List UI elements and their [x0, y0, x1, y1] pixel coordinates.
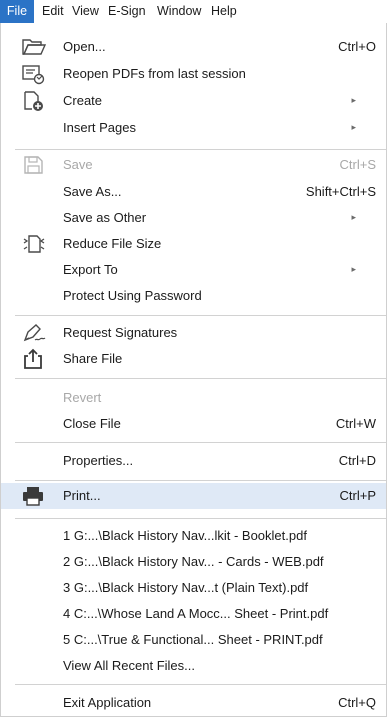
menu-item-request-signatures[interactable]: Request Signatures — [1, 320, 386, 346]
menu-item-label: Reduce File Size — [63, 236, 162, 251]
menu-item-share[interactable]: Share File — [1, 346, 386, 372]
menu-item-insert-pages[interactable]: Insert Pages ▸ — [1, 115, 386, 141]
menu-item-close-file[interactable]: Close File Ctrl+W — [1, 411, 386, 437]
menu-item-open[interactable]: Open... Ctrl+O — [1, 34, 386, 60]
submenu-arrow-icon: ▸ — [351, 212, 356, 222]
shortcut-text: Ctrl+S — [339, 157, 376, 172]
recent-file-label: 4 C:...\Whose Land A Mocc... Sheet - Pri… — [63, 606, 329, 621]
recent-file-label: 3 G:...\Black History Nav...t (Plain Tex… — [63, 580, 309, 595]
shortcut-text: Ctrl+P — [339, 488, 376, 503]
menu-separator — [15, 684, 386, 685]
menu-item-label: Request Signatures — [63, 325, 178, 340]
menu-item-label: Insert Pages — [63, 120, 136, 135]
printer-icon — [21, 485, 47, 507]
menu-separator — [15, 378, 386, 379]
menu-separator — [15, 518, 386, 519]
menu-item-label: Revert — [63, 390, 102, 405]
menubar-view[interactable]: View — [72, 0, 99, 23]
recent-file-4[interactable]: 4 C:...\Whose Land A Mocc... Sheet - Pri… — [1, 601, 386, 627]
menu-item-create[interactable]: Create ▸ — [1, 88, 386, 114]
recent-file-3[interactable]: 3 G:...\Black History Nav...t (Plain Tex… — [1, 575, 386, 601]
menu-item-label: Save — [63, 157, 93, 172]
recent-file-label: 5 C:...\True & Functional... Sheet - PRI… — [63, 632, 323, 647]
share-icon — [21, 348, 47, 370]
menubar-file[interactable]: File — [0, 0, 34, 23]
save-icon — [21, 154, 47, 176]
menu-item-label: Create — [63, 93, 103, 108]
menu-item-label: Exit Application — [63, 695, 152, 710]
shortcut-text: Ctrl+W — [335, 416, 376, 431]
submenu-arrow-icon: ▸ — [351, 122, 356, 132]
menu-item-label: Share File — [63, 351, 123, 366]
menu-separator — [15, 149, 386, 150]
menu-item-print[interactable]: Print... Ctrl+P — [1, 483, 386, 509]
menu-separator — [15, 480, 386, 481]
menu-item-save[interactable]: Save Ctrl+S — [1, 152, 386, 178]
menu-item-label: Save As... — [63, 184, 122, 199]
menu-separator — [15, 315, 386, 316]
recent-file-2[interactable]: 2 G:...\Black History Nav... - Cards - W… — [1, 549, 386, 575]
menu-item-export-to[interactable]: Export To ▸ — [1, 257, 386, 283]
folder-open-icon — [21, 36, 47, 58]
shortcut-text: Ctrl+O — [338, 39, 376, 54]
menu-item-label: Save as Other — [63, 210, 147, 225]
menubar-window[interactable]: Window — [157, 0, 201, 23]
menu-item-reduce-size[interactable]: Reduce File Size — [1, 231, 386, 257]
recent-file-label: 1 G:...\Black History Nav...lkit - Bookl… — [63, 528, 307, 543]
menu-item-label: Properties... — [63, 453, 134, 468]
menu-item-view-all-recent[interactable]: View All Recent Files... — [1, 653, 386, 679]
menubar-edit[interactable]: Edit — [42, 0, 64, 23]
menubar-help[interactable]: Help — [211, 0, 237, 23]
menu-item-label: Reopen PDFs from last session — [63, 66, 246, 81]
file-menu: Open... Ctrl+O Reopen PDFs from last ses… — [0, 23, 387, 717]
menu-item-label: Export To — [63, 262, 118, 277]
recent-file-1[interactable]: 1 G:...\Black History Nav...lkit - Bookl… — [1, 523, 386, 549]
submenu-arrow-icon: ▸ — [351, 95, 356, 105]
menubar-esign[interactable]: E-Sign — [108, 0, 146, 23]
menu-separator — [15, 442, 386, 443]
menu-item-exit[interactable]: Exit Application Ctrl+Q — [1, 690, 386, 716]
compress-file-icon — [21, 233, 47, 255]
menu-item-label: Close File — [63, 416, 121, 431]
menu-item-reopen[interactable]: Reopen PDFs from last session — [1, 61, 386, 87]
create-pdf-icon — [21, 90, 47, 112]
menu-item-save-as[interactable]: Save As... Shift+Ctrl+S — [1, 179, 386, 205]
menu-item-protect[interactable]: Protect Using Password — [1, 283, 386, 309]
reopen-icon — [21, 63, 47, 85]
menu-item-label: Print... — [63, 488, 101, 503]
menu-item-revert[interactable]: Revert — [1, 385, 386, 411]
recent-file-5[interactable]: 5 C:...\True & Functional... Sheet - PRI… — [1, 627, 386, 653]
submenu-arrow-icon: ▸ — [351, 264, 356, 274]
menu-item-save-as-other[interactable]: Save as Other ▸ — [1, 205, 386, 231]
menu-item-label: Open... — [63, 39, 106, 54]
menu-item-label: View All Recent Files... — [63, 658, 195, 673]
shortcut-text: Shift+Ctrl+S — [305, 184, 376, 199]
signature-pen-icon — [21, 322, 47, 344]
menu-item-properties[interactable]: Properties... Ctrl+D — [1, 448, 386, 474]
shortcut-text: Ctrl+Q — [338, 695, 376, 710]
menu-item-label: Protect Using Password — [63, 288, 202, 303]
shortcut-text: Ctrl+D — [338, 453, 376, 468]
menu-bar: File Edit View E-Sign Window Help — [0, 0, 387, 24]
recent-file-label: 2 G:...\Black History Nav... - Cards - W… — [63, 554, 324, 569]
